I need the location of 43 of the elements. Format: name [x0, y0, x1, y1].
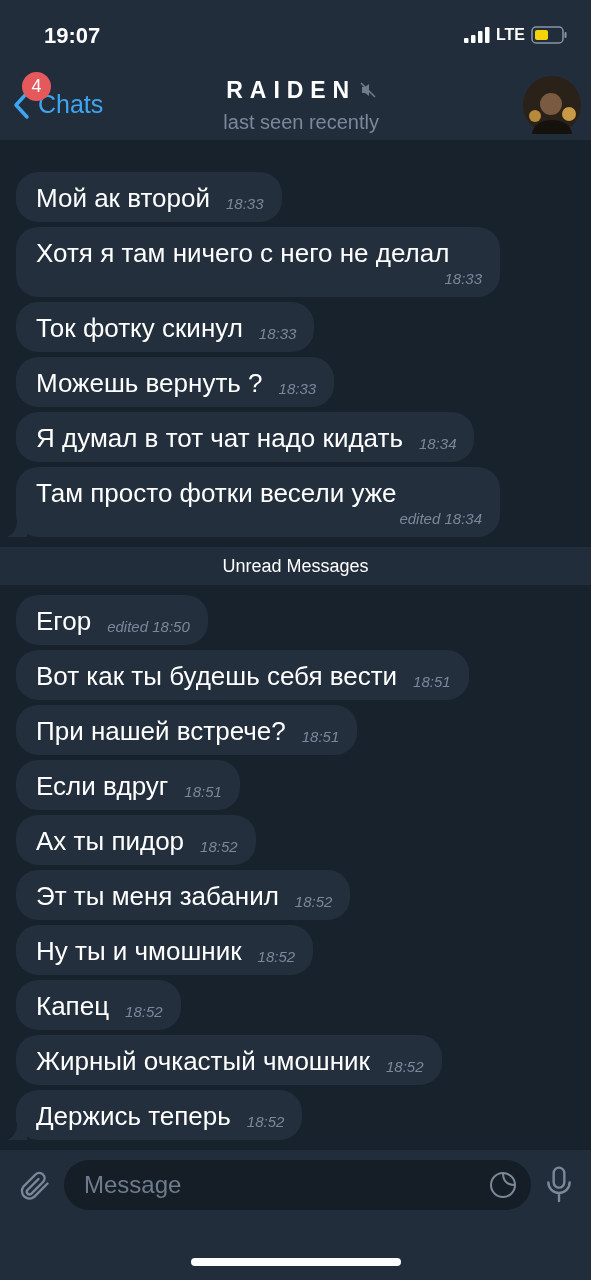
message-text: Там просто фотки весели уже — [36, 477, 397, 509]
battery-icon — [531, 26, 567, 44]
message-text: При нашей встрече? — [36, 715, 286, 747]
avatar[interactable] — [523, 76, 581, 134]
message-time: 18:52 — [294, 892, 333, 912]
message-time: 18:33 — [258, 324, 297, 344]
message-time: 18:51 — [301, 727, 340, 747]
message-time: 18:51 — [413, 672, 451, 692]
last-seen-status: last seen recently — [223, 110, 379, 136]
message-text: Держись теперь — [36, 1100, 231, 1132]
message-text: Ну ты и чмошник — [36, 935, 242, 967]
message-time: 18:51 — [184, 782, 222, 802]
message-time: edited 18:50 — [107, 617, 190, 637]
network-label: LTE — [495, 25, 525, 45]
message-time: 18:33 — [278, 379, 317, 399]
chat-title: RAIDEN — [226, 75, 356, 105]
message-text: Егор — [36, 605, 92, 637]
message-time: 18:52 — [200, 837, 238, 857]
message-field[interactable]: Message — [64, 1160, 531, 1210]
message-text: Ток фотку скинул — [36, 312, 243, 344]
message-time: 18:33 — [444, 269, 482, 289]
message-time: 18:52 — [257, 947, 296, 967]
message-text: Ах ты пидор — [36, 825, 185, 857]
message-time: 18:33 — [226, 194, 264, 214]
message-input[interactable]: Message — [84, 1167, 487, 1203]
message-time: 18:52 — [246, 1112, 285, 1132]
message-time: 18:34 — [418, 434, 457, 454]
message-text: Капец — [36, 990, 110, 1022]
message-text: Я думал в тот чат надо кидать — [36, 422, 403, 454]
message-text: Если вдруг — [36, 770, 169, 802]
status-time: 19:07 — [44, 21, 101, 50]
message-text: Вот как ты будешь себя вести — [36, 660, 398, 692]
message-time: 18:52 — [385, 1057, 424, 1077]
signal-icon — [463, 27, 490, 43]
message-time: edited 18:34 — [399, 509, 482, 529]
sticker-icon[interactable] — [487, 1169, 519, 1201]
unread-divider-label: Unread Messages — [222, 554, 369, 578]
message-text: Мой ак второй — [36, 182, 210, 214]
message-time: 18:52 — [125, 1002, 163, 1022]
message-text: Эт ты меня забанил — [36, 880, 279, 912]
message-text: Можешь вернуть ? — [36, 367, 263, 399]
message-text: Жирный очкастый чмошник — [36, 1045, 370, 1077]
message-text: Хотя я там ничего с него не делал — [36, 237, 450, 269]
